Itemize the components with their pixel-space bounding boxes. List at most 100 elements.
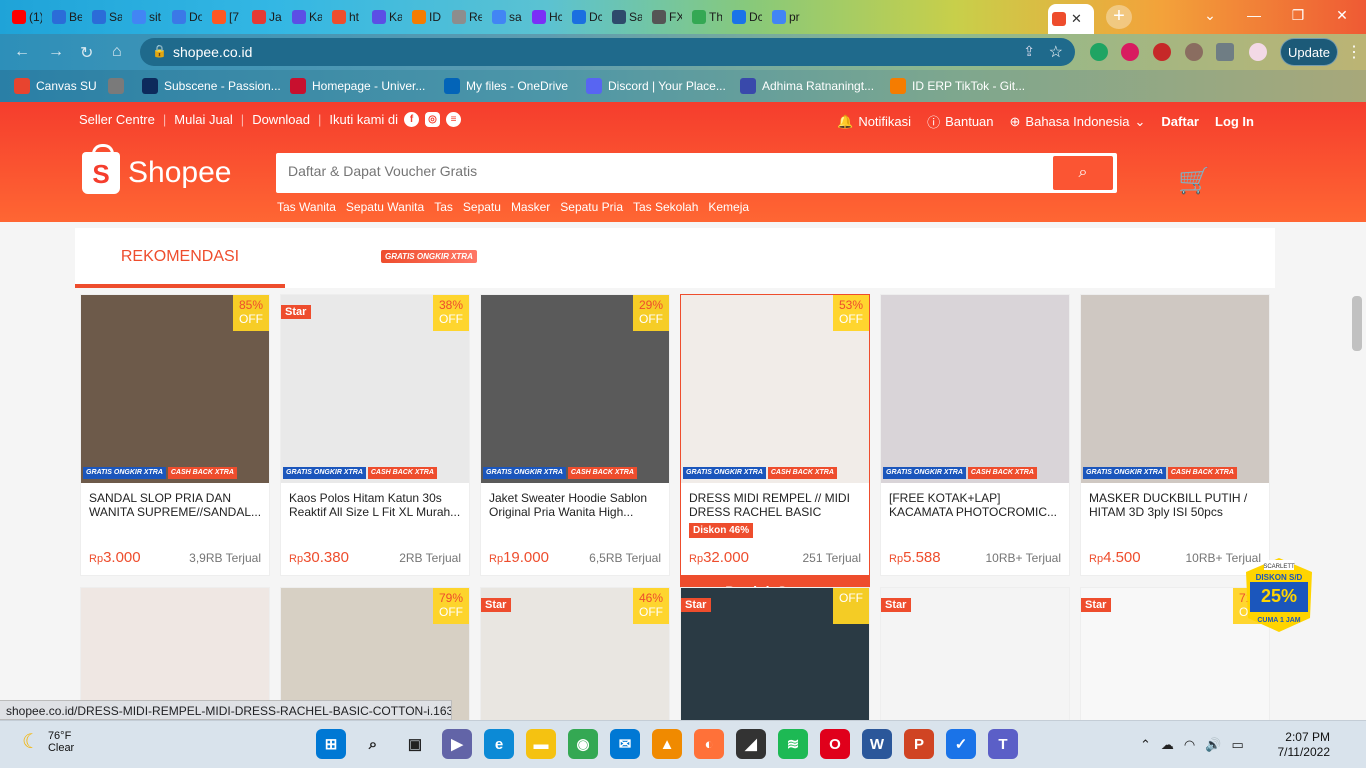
windows-icon[interactable]: ⊞ xyxy=(316,729,346,759)
product-card[interactable]: GRATIS ONGKIR XTRA CASH BACK XTRA MASKER D… xyxy=(1080,294,1270,576)
product-card[interactable]: Star 38% OFF GRATIS ONGKIR XTRA CASH BACK XT… xyxy=(280,294,470,576)
product-image[interactable]: Star xyxy=(881,588,1069,728)
cart-icon[interactable]: 🛒 xyxy=(1178,165,1210,196)
bookmark-item[interactable]: My files - OneDrive xyxy=(444,78,568,94)
grammarly-extension-icon[interactable] xyxy=(1090,43,1108,61)
forward-icon[interactable]: → xyxy=(48,43,64,61)
browser-tab[interactable]: Sa xyxy=(608,4,642,30)
bookmark-item[interactable] xyxy=(108,78,130,94)
search-icon[interactable]: ⌕ xyxy=(358,729,388,759)
powerpoint-icon[interactable]: P xyxy=(904,729,934,759)
product-name[interactable]: [FREE KOTAK+LAP] KACAMATA PHOTOCROMIC... xyxy=(889,491,1063,519)
volume-icon[interactable]: 🔊 xyxy=(1205,737,1221,753)
product-image[interactable]: Star 38% OFF GRATIS ONGKIR XTRA CASH BACK XT… xyxy=(281,295,469,483)
spotify-icon[interactable]: ≋ xyxy=(778,729,808,759)
lastpass-extension-icon[interactable] xyxy=(1153,43,1171,61)
browser-tab[interactable]: Th xyxy=(688,4,722,30)
product-image[interactable]: 53% OFF GRATIS ONGKIR XTRA CASH BACK XTRA xyxy=(681,295,869,483)
back-icon[interactable]: ← xyxy=(14,43,30,61)
keyword-link[interactable]: Sepatu Wanita xyxy=(346,200,424,214)
browser-tab[interactable]: Ka xyxy=(288,4,322,30)
instagram-icon[interactable]: ◎ xyxy=(425,112,441,127)
product-name[interactable]: Kaos Polos Hitam Katun 30s Reaktif All S… xyxy=(289,491,463,519)
browser-tab[interactable]: Dc xyxy=(728,4,762,30)
browser-tab[interactable]: sa xyxy=(488,4,522,30)
browser-tab[interactable]: Ka xyxy=(368,4,402,30)
product-image[interactable]: GRATIS ONGKIR XTRA CASH BACK XTRA xyxy=(881,295,1069,483)
onedrive-icon[interactable]: ☁ xyxy=(1161,737,1174,753)
bantuan-link[interactable]: ⓘ Bantuan xyxy=(927,112,993,131)
omnibox[interactable]: 🔒 shopee.co.id ⇪ ☆ xyxy=(140,38,1075,66)
browser-tab[interactable]: (1) xyxy=(8,4,42,30)
browser-tab[interactable]: [7 xyxy=(208,4,242,30)
maximize-button[interactable]: ❐ xyxy=(1276,3,1320,29)
close-window-button[interactable]: ✕ xyxy=(1320,3,1364,29)
explorer-icon[interactable]: ▬ xyxy=(526,729,556,759)
product-card[interactable]: 29% OFF GRATIS ONGKIR XTRA CASH BACK XTRA Ja… xyxy=(480,294,670,576)
product-card[interactable]: GRATIS ONGKIR XTRA CASH BACK XTRA [FREE KO… xyxy=(880,294,1070,576)
mail-icon[interactable]: ✉ xyxy=(610,729,640,759)
browser-tab-active[interactable]: ✕ xyxy=(1048,4,1094,34)
shopee-logo[interactable]: S Shopee xyxy=(82,144,231,194)
product-card[interactable]: Star OFF xyxy=(680,587,870,728)
lock-icon[interactable]: 🔒 xyxy=(152,44,167,58)
teams-icon[interactable]: T xyxy=(988,729,1018,759)
product-image[interactable]: 85% OFF GRATIS ONGKIR XTRA CASH BACK XTRA xyxy=(81,295,269,483)
new-tab-button[interactable]: + xyxy=(1106,5,1132,29)
firefox-icon[interactable]: ◐ xyxy=(694,729,724,759)
search-button[interactable]: ⌕ xyxy=(1053,156,1113,190)
product-name[interactable]: SANDAL SLOP PRIA DAN WANITA SUPREME//SAN… xyxy=(89,491,263,519)
bookmark-item[interactable]: Discord | Your Place... xyxy=(586,78,726,94)
mulai-jual-link[interactable]: Mulai Jual xyxy=(174,112,233,127)
product-card[interactable]: Star xyxy=(880,587,1070,728)
language-selector[interactable]: ⊕ Bahasa Indonesia ⌄ xyxy=(1010,114,1146,130)
bookmark-item[interactable]: Subscene - Passion... xyxy=(142,78,281,94)
share-icon[interactable]: ⇪ xyxy=(1023,43,1035,60)
tab-gratis-ongkir[interactable]: GRATIS ONGKIR XTRA xyxy=(381,250,477,263)
product-card[interactable]: 53% OFF GRATIS ONGKIR XTRA CASH BACK XTRA DR… xyxy=(680,294,870,606)
browser-tab[interactable]: Dc xyxy=(568,4,602,30)
browser-tab[interactable]: FX xyxy=(648,4,682,30)
notifikasi-link[interactable]: 🔔 Notifikasi xyxy=(837,114,911,130)
tab-search-icon[interactable]: ⌄ xyxy=(1188,3,1232,29)
tab-rekomendasi[interactable]: REKOMENDASI xyxy=(75,228,285,288)
weather-widget[interactable]: ☾ 76°F Clear xyxy=(22,729,74,754)
keyword-link[interactable]: Kemeja xyxy=(708,200,749,214)
product-image[interactable]: Star OFF xyxy=(681,588,869,728)
bookmark-star-icon[interactable]: ☆ xyxy=(1049,42,1063,62)
bookmark-item[interactable]: Adhima Ratnaningt... xyxy=(740,78,874,94)
browser-tab[interactable]: ID xyxy=(408,4,442,30)
more-menu-icon[interactable]: ⋮ xyxy=(1346,42,1362,62)
keyword-link[interactable]: Tas xyxy=(434,200,453,214)
keyword-link[interactable]: Masker xyxy=(511,200,550,214)
facebook-icon[interactable]: f xyxy=(404,112,420,127)
app-icon[interactable]: ✓ xyxy=(946,729,976,759)
keyword-link[interactable]: Tas Wanita xyxy=(277,200,336,214)
product-card[interactable]: Star 46% OFF xyxy=(480,587,670,728)
line-icon[interactable]: ≡ xyxy=(446,112,462,127)
meet-icon[interactable]: ▶ xyxy=(442,729,472,759)
wifi-icon[interactable]: ◠ xyxy=(1184,737,1195,753)
clock[interactable]: 2:07 PM 7/11/2022 xyxy=(1270,730,1331,760)
browser-tab[interactable]: Re xyxy=(448,4,482,30)
product-name[interactable]: DRESS MIDI REMPEL // MIDI DRESS RACHEL B… xyxy=(689,491,863,519)
profile-avatar[interactable] xyxy=(1249,43,1267,61)
login-link[interactable]: Log In xyxy=(1215,114,1254,129)
product-card[interactable]: 85% OFF GRATIS ONGKIR XTRA CASH BACK XTRA SA… xyxy=(80,294,270,576)
mail-extension-icon[interactable] xyxy=(1121,43,1139,61)
keyword-link[interactable]: Sepatu xyxy=(463,200,501,214)
seller-centre-link[interactable]: Seller Centre xyxy=(79,112,155,127)
minimize-button[interactable]: — xyxy=(1232,3,1276,29)
browser-tab[interactable]: Ja xyxy=(248,4,282,30)
home-icon[interactable]: ⌂ xyxy=(112,43,122,61)
word-icon[interactable]: W xyxy=(862,729,892,759)
browser-tab[interactable]: Sa xyxy=(88,4,122,30)
page-scrollbar-thumb[interactable] xyxy=(1352,296,1362,351)
battery-icon[interactable]: ▭ xyxy=(1231,737,1243,753)
promo-badge[interactable]: SCARLETT DISKON S/D 25% CUMA 1 JAM xyxy=(1240,556,1318,634)
sidepanel-icon[interactable] xyxy=(1216,43,1234,61)
vlc-icon[interactable]: ▲ xyxy=(652,729,682,759)
product-name[interactable]: MASKER DUCKBILL PUTIH / HITAM 3D 3ply IS… xyxy=(1089,491,1263,519)
chevron-up-icon[interactable]: ⌃ xyxy=(1140,737,1151,753)
bookmark-item[interactable]: Homepage - Univer... xyxy=(290,78,425,94)
